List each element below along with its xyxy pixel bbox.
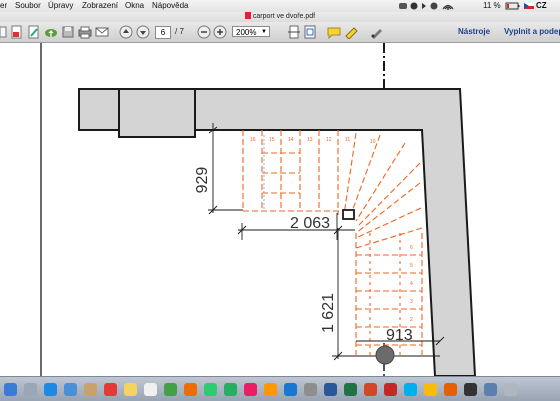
calendar-icon[interactable] [104, 383, 117, 396]
reminders-icon[interactable] [144, 383, 157, 396]
next-page-icon[interactable] [136, 25, 150, 39]
powerpoint-icon[interactable] [364, 383, 377, 396]
dock [0, 376, 560, 401]
contacts-icon[interactable] [84, 383, 97, 396]
terminal-icon[interactable] [464, 383, 477, 396]
excel-icon[interactable] [344, 383, 357, 396]
word-icon[interactable] [324, 383, 337, 396]
create-pdf-icon[interactable] [0, 25, 8, 39]
itunes-icon[interactable] [244, 383, 257, 396]
zoom-in-icon[interactable] [213, 25, 227, 39]
page-total: / 7 [175, 27, 184, 36]
step-number: 4 [410, 281, 413, 287]
firefox-icon[interactable] [444, 383, 457, 396]
column-circle [375, 345, 395, 365]
dimension-label: 1 621 [320, 293, 337, 333]
fit-page-icon[interactable] [303, 25, 317, 39]
trash-icon[interactable] [504, 383, 517, 396]
maps-icon[interactable] [164, 383, 177, 396]
menu-help[interactable]: Nápověda [152, 0, 188, 12]
appstore-icon[interactable] [284, 383, 297, 396]
preview-icon[interactable] [484, 383, 497, 396]
zoom-value: 200% [236, 28, 257, 37]
step-number: 13 [307, 137, 313, 143]
save-icon[interactable] [61, 25, 75, 39]
menu-bar: er Soubor Úpravy Zobrazení Okna Nápověda… [0, 0, 560, 12]
finder-icon[interactable] [4, 383, 17, 396]
edit-pdf-icon[interactable] [27, 25, 41, 39]
comment-icon[interactable] [327, 25, 341, 39]
launchpad-icon[interactable] [24, 383, 37, 396]
page-number-input[interactable]: 6 [155, 26, 171, 39]
notes-icon[interactable] [124, 383, 137, 396]
messages-icon[interactable] [204, 383, 217, 396]
zoom-select[interactable]: 200% ▼ [232, 26, 270, 37]
print-icon[interactable] [78, 25, 92, 39]
dimension-label: 929 [194, 167, 211, 194]
facetime-icon[interactable] [224, 383, 237, 396]
dimension-label: 913 [386, 327, 413, 344]
window-title: carport ve dvoře.pdf [252, 13, 316, 20]
tools-button[interactable]: Nástroje [458, 26, 490, 38]
photos-icon[interactable] [184, 383, 197, 396]
dimension-label: 2 063 [290, 215, 330, 232]
step-number: 16 [250, 137, 256, 143]
cloud-upload-icon[interactable] [44, 25, 58, 39]
square-marker [342, 209, 355, 220]
step-number: 2 [410, 317, 413, 323]
menu-window[interactable]: Okna [125, 0, 144, 12]
input-language[interactable]: CZ [536, 0, 547, 12]
sign-tool-icon[interactable] [370, 25, 384, 39]
zoom-out-icon[interactable] [197, 25, 211, 39]
battery-percent: 11 % [483, 1, 501, 10]
step-number: 3 [410, 299, 413, 305]
chrome-icon[interactable] [424, 383, 437, 396]
step-number: 10 [370, 139, 376, 145]
window-title-bar: carport ve dvoře.pdf [0, 12, 560, 22]
wall-opening [118, 88, 196, 138]
email-icon[interactable] [95, 25, 109, 39]
previous-page-icon[interactable] [119, 25, 133, 39]
ibooks-icon[interactable] [264, 383, 277, 396]
step-number: 11 [345, 137, 350, 143]
menu-view[interactable]: Zobrazení [82, 0, 118, 12]
menu-file[interactable]: Soubor [15, 0, 41, 12]
skype-icon[interactable] [404, 383, 417, 396]
step-number: 12 [326, 137, 332, 143]
acrobat-create-icon[interactable] [10, 25, 24, 39]
preferences-icon[interactable] [304, 383, 317, 396]
chevron-down-icon: ▼ [261, 29, 267, 35]
mail-icon[interactable] [64, 383, 77, 396]
acrobat-icon[interactable] [384, 383, 397, 396]
step-number: 5 [410, 263, 413, 269]
floor-plan-drawing: 16 15 14 13 12 11 10 6 5 4 3 2 1 929 2 0… [40, 43, 477, 376]
menu-app-name[interactable]: er [0, 0, 7, 12]
menu-edit[interactable]: Úpravy [48, 0, 73, 12]
fill-and-sign-button[interactable]: Vyplnit a podep [504, 26, 560, 38]
safari-icon[interactable] [44, 383, 57, 396]
pdf-document-icon [244, 12, 251, 19]
step-number: 6 [410, 245, 413, 251]
highlight-icon[interactable] [344, 25, 358, 39]
step-number: 14 [288, 137, 294, 143]
step-number: 15 [269, 137, 275, 143]
fit-width-icon[interactable] [287, 25, 301, 39]
pdf-page-view[interactable]: 16 15 14 13 12 11 10 6 5 4 3 2 1 929 2 0… [0, 43, 560, 376]
toolbar: 6 / 7 200% ▼ Nástroje Vyplnit a podep [0, 22, 560, 43]
